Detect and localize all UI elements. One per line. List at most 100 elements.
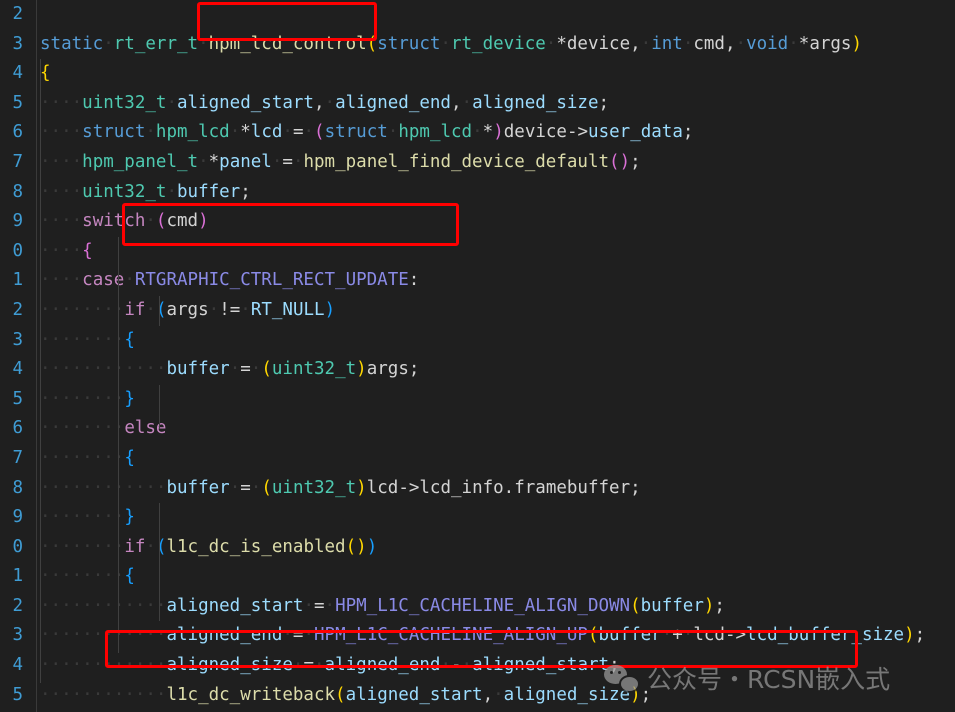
whitespace-dot: ····: [40, 596, 82, 616]
code-editor[interactable]: 2 3 4 5 6 7 8 9 0 1 2 3 4 5 6 7 8 9 0 1 …: [0, 0, 955, 712]
token-bracket: }: [124, 389, 135, 409]
line-number: 5: [0, 681, 26, 711]
indent-guide: [159, 503, 160, 621]
line-number: 1: [0, 266, 26, 296]
whitespace-dot: ····: [124, 655, 166, 675]
token-bracket: ): [904, 625, 915, 645]
code-line[interactable]: ········{: [26, 444, 955, 474]
token-operator: *: [209, 152, 220, 172]
token-variable: aligned_size: [472, 93, 598, 113]
whitespace-dot: ·: [272, 152, 283, 172]
line-number: 1: [0, 562, 26, 592]
whitespace-dot: ·: [462, 655, 473, 675]
code-line[interactable]: ············buffer·=·(uint32_t)lcd->lcd_…: [26, 474, 955, 504]
token-macro-call: HPM_L1C_CACHELINE_ALIGN_UP: [314, 625, 588, 645]
line-number-gutter: 2 3 4 5 6 7 8 9 0 1 2 3 4 5 6 7 8 9 0 1 …: [0, 0, 26, 712]
line-number: 6: [0, 414, 26, 444]
whitespace-dot: ·: [314, 655, 325, 675]
whitespace-dot: ·: [303, 122, 314, 142]
whitespace-dot: ·: [293, 152, 304, 172]
token-variable: lcd: [251, 122, 283, 142]
code-line[interactable]: ········if·(args·!=·RT_NULL): [26, 296, 955, 326]
whitespace-dot: ····: [40, 241, 82, 261]
token-type: rt_err_t: [114, 34, 198, 54]
whitespace-dot: ····: [124, 625, 166, 645]
whitespace-dot: ····: [40, 152, 82, 172]
whitespace-dot: ·: [325, 596, 336, 616]
token-punctuation: ,: [725, 34, 736, 54]
token-bracket: {: [82, 241, 93, 261]
whitespace-dot: ····: [40, 537, 82, 557]
token-operator: *: [483, 122, 494, 142]
token-variable: aligned_size: [166, 655, 292, 675]
whitespace-dot: ····: [40, 330, 82, 350]
token-bracket: {: [124, 330, 135, 350]
token-punctuation: ;: [683, 122, 694, 142]
code-line[interactable]: [26, 0, 955, 30]
token-bracket: ): [356, 478, 367, 498]
code-line[interactable]: ····uint32_t·aligned_start,·aligned_end,…: [26, 89, 955, 119]
token-bracket: (: [156, 537, 167, 557]
code-line[interactable]: ····case·RTGRAPHIC_CTRL_RECT_UPDATE:: [26, 266, 955, 296]
gutter-separator: [36, 0, 37, 712]
code-line[interactable]: ············aligned_end·=·HPM_L1C_CACHEL…: [26, 621, 955, 651]
code-line[interactable]: ····{: [26, 237, 955, 267]
code-line[interactable]: ····switch·(cmd): [26, 207, 955, 237]
token-bracket: {: [40, 63, 51, 83]
whitespace-dot: ····: [40, 478, 82, 498]
token-operator: !=: [219, 300, 240, 320]
whitespace-dot: ·: [282, 625, 293, 645]
token-type: hpm_lcd: [156, 122, 230, 142]
code-content[interactable]: static·rt_err_t·hpm_lcd_control(struct·r…: [26, 0, 955, 712]
token-bracket: ): [198, 211, 209, 231]
code-line[interactable]: ····hpm_panel_t·*panel·=·hpm_panel_find_…: [26, 148, 955, 178]
whitespace-dot: ····: [82, 685, 124, 705]
token-macro-constant: RT_NULL: [251, 300, 325, 320]
token-type: hpm_panel_t: [82, 152, 198, 172]
whitespace-dot: ····: [40, 448, 82, 468]
token-punctuation: ;: [240, 182, 251, 202]
token-keyword: static: [40, 34, 103, 54]
token-bracket: (: [314, 122, 325, 142]
whitespace-dot: ·: [251, 359, 262, 379]
code-line[interactable]: ········else: [26, 414, 955, 444]
indent-guide: [159, 385, 160, 429]
token-macro-constant: RTGRAPHIC_CTRL_RECT_UPDATE: [135, 270, 409, 290]
code-line[interactable]: static·rt_err_t·hpm_lcd_control(struct·r…: [26, 30, 955, 60]
code-line[interactable]: ····struct·hpm_lcd·*lcd·=·(struct·hpm_lc…: [26, 118, 955, 148]
line-number: 9: [0, 503, 26, 533]
code-line[interactable]: ············buffer·=·(uint32_t)args;: [26, 355, 955, 385]
token-bracket: {: [124, 566, 135, 586]
token-operator: =: [314, 596, 325, 616]
whitespace-dot: ····: [40, 655, 82, 675]
code-line[interactable]: ········{: [26, 562, 955, 592]
watermark-text: 公众号・RCSN嵌入式: [647, 660, 890, 696]
line-number: 0: [0, 237, 26, 267]
token-variable: aligned_end: [166, 625, 282, 645]
token-punctuation: ;: [915, 625, 926, 645]
whitespace-dot: ····: [40, 300, 82, 320]
code-line[interactable]: ····uint32_t·buffer;: [26, 178, 955, 208]
line-number: 2: [0, 592, 26, 622]
code-line[interactable]: ········if·(l1c_dc_is_enabled()): [26, 533, 955, 563]
code-line[interactable]: ············aligned_start·=·HPM_L1C_CACH…: [26, 592, 955, 622]
code-line[interactable]: ········{: [26, 326, 955, 356]
whitespace-dot: ·: [662, 625, 673, 645]
whitespace-dot: ····: [82, 655, 124, 675]
token-operator: *: [240, 122, 251, 142]
code-line[interactable]: ········}: [26, 385, 955, 415]
whitespace-dot: ·: [251, 478, 262, 498]
whitespace-dot: ·: [166, 182, 177, 202]
code-line[interactable]: ········}: [26, 503, 955, 533]
whitespace-dot: ····: [40, 418, 82, 438]
token-bracket: {: [124, 448, 135, 468]
token-variable: buffer: [599, 625, 662, 645]
token-bracket: (: [630, 596, 641, 616]
whitespace-dot: ····: [40, 211, 82, 231]
line-number: 0: [0, 533, 26, 563]
line-number: 4: [0, 59, 26, 89]
token-bracket: (): [609, 152, 630, 172]
token-variable: buffer: [177, 182, 240, 202]
token-variable: lcd->: [693, 625, 746, 645]
code-line[interactable]: {: [26, 59, 955, 89]
